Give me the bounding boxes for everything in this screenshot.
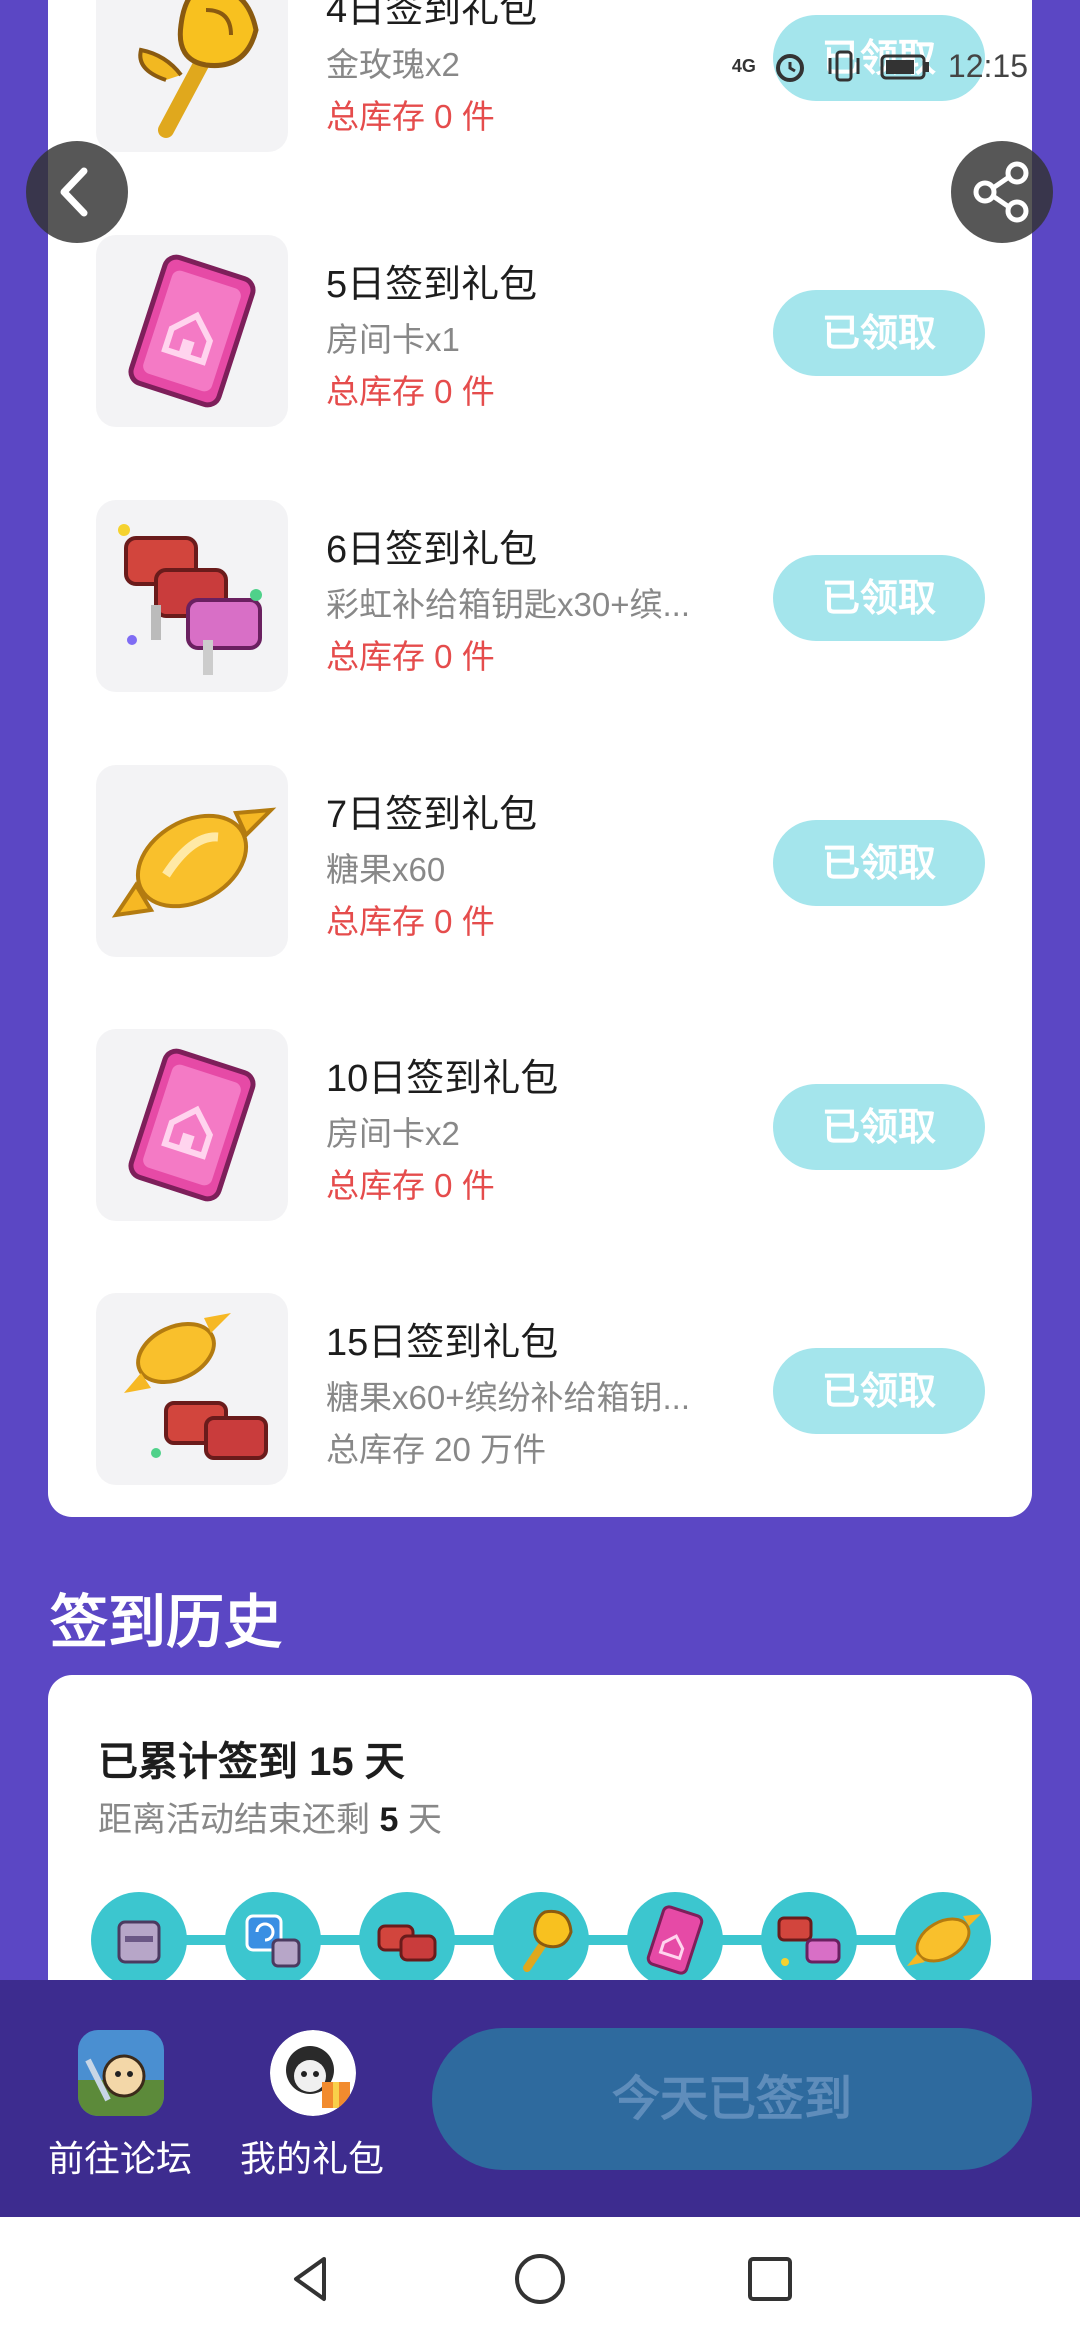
gift-desc: 糖果x60+缤纷补给箱钥...: [326, 1379, 690, 1416]
candy-key-icon: [96, 1293, 288, 1485]
chevron-left-icon: [60, 167, 88, 217]
gift-title: 15日签到礼包: [326, 1322, 559, 1364]
bottom-action-bar: 前往论坛 我的礼包 今天已签到: [0, 1980, 1080, 2217]
room-card-icon: [96, 235, 288, 427]
candy-icon: [96, 765, 288, 957]
gold-rose-icon: [96, 0, 288, 152]
gift-list-card: 4日签到礼包 金玫瑰x2 总库存 0 件 已领取 5日签到礼包 房间卡x1 总库…: [48, 0, 1032, 1517]
battery-icon: [880, 54, 929, 80]
gift-row: 15日签到礼包 糖果x60+缤纷补给箱钥... 总库存 20 万件 已领取: [48, 1293, 1032, 1489]
vibrate-icon: [828, 50, 860, 82]
gift-title: 10日签到礼包: [326, 1058, 559, 1100]
gift-stock: 总库存 20 万件: [326, 1431, 547, 1468]
claimed-button[interactable]: 已领取: [773, 1084, 985, 1170]
gift-title: 6日签到礼包: [326, 529, 538, 571]
gift-stock: 总库存 0 件: [326, 1167, 495, 1204]
share-icon: [973, 161, 1029, 223]
days-remaining: 距离活动结束还剩 5 天: [98, 1801, 442, 1839]
red-key-icon: [359, 1892, 455, 1988]
gift-desc: 彩虹补给箱钥匙x30+缤...: [326, 586, 690, 623]
signed-today-button[interactable]: 今天已签到: [432, 2028, 1032, 2170]
gift-title: 5日签到礼包: [326, 264, 538, 306]
status-bar: 4G 12:15: [732, 46, 1028, 86]
history-card: 已累计签到 15 天 距离活动结束还剩 5 天: [48, 1675, 1032, 2015]
nav-recents-icon[interactable]: [740, 2249, 800, 2309]
gold-rose-icon: [493, 1892, 589, 1988]
gift-desc: 金玫瑰x2: [326, 46, 460, 83]
candy-icon: [895, 1892, 991, 1988]
gift-stock: 总库存 0 件: [326, 638, 495, 675]
signin-count: 已累计签到 15 天: [98, 1740, 405, 1784]
gift-row: 6日签到礼包 彩虹补给箱钥匙x30+缤... 总库存 0 件 已领取: [48, 500, 1032, 696]
network-label: 4G: [731, 55, 756, 76]
nav-back-icon[interactable]: [280, 2249, 340, 2309]
room-card-icon: [96, 1029, 288, 1221]
rainbow-key-icon: [761, 1892, 857, 1988]
forum-label: 前往论坛: [47, 2138, 192, 2179]
gift-desc: 房间卡x1: [326, 321, 460, 358]
forum-app-icon: [78, 2030, 164, 2116]
forum-link[interactable]: 前往论坛: [35, 2030, 205, 2180]
room-card-icon: [627, 1892, 723, 1988]
gift-row: 5日签到礼包 房间卡x1 总库存 0 件 已领取: [48, 235, 1032, 431]
claimed-button[interactable]: 已领取: [773, 820, 985, 906]
gift-title: 4日签到礼包: [326, 0, 538, 31]
gift-row: 7日签到礼包 糖果x60 总库存 0 件 已领取: [48, 765, 1032, 961]
claimed-button[interactable]: 已领取: [773, 290, 985, 376]
gift-row: 10日签到礼包 房间卡x2 总库存 0 件 已领取: [48, 1029, 1032, 1225]
supply-box-icon: [91, 1892, 187, 1988]
gift-stock: 总库存 0 件: [326, 98, 495, 135]
gift-title: 7日签到礼包: [326, 794, 538, 836]
my-gifts-label: 我的礼包: [239, 2138, 384, 2179]
clock: 12:15: [947, 47, 1028, 84]
share-button[interactable]: [951, 141, 1053, 243]
gift-desc: 糖果x60: [326, 851, 446, 888]
rainbow-key-icon: [96, 500, 288, 692]
nav-home-icon[interactable]: [510, 2249, 570, 2309]
gift-desc: 房间卡x2: [326, 1115, 460, 1152]
my-gifts-avatar-icon: [270, 2030, 356, 2116]
history-title: 签到历史: [50, 1590, 283, 1655]
my-gifts-link[interactable]: 我的礼包: [227, 2030, 397, 2180]
gift-stock: 总库存 0 件: [326, 373, 495, 410]
back-button[interactable]: [26, 141, 128, 243]
claimed-button[interactable]: 已领取: [773, 555, 985, 641]
alarm-icon: [775, 54, 804, 82]
refresh-box-icon: [225, 1892, 321, 1988]
system-nav-bar: [0, 2217, 1080, 2340]
gift-stock: 总库存 0 件: [326, 903, 495, 940]
claimed-button[interactable]: 已领取: [773, 1348, 985, 1434]
